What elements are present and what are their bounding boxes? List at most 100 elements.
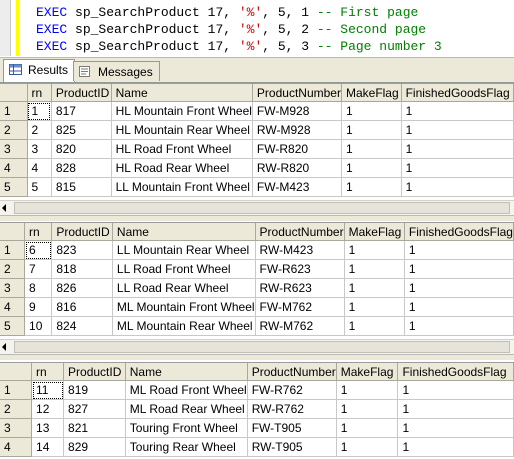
cell-make-flag[interactable]: 1 (344, 297, 405, 317)
cell-product-id[interactable]: 819 (63, 380, 126, 400)
cell-make-flag[interactable]: 1 (341, 120, 402, 140)
cell-rn[interactable]: 9 (24, 297, 53, 317)
cell-product-id[interactable]: 817 (51, 101, 112, 121)
horizontal-scrollbar-2[interactable] (0, 339, 514, 354)
scroll-thumb[interactable] (14, 341, 510, 353)
cell-finished-goods-flag[interactable]: 1 (397, 437, 514, 457)
cell-rn[interactable]: 3 (27, 139, 52, 159)
row-number[interactable]: 3 (0, 418, 33, 438)
cell-product-number[interactable]: FW-M928 (252, 101, 342, 121)
tab-messages[interactable]: Messages (73, 61, 160, 81)
cell-name[interactable]: HL Mountain Front Wheel (111, 101, 253, 121)
cell-product-number[interactable]: RW-M928 (252, 120, 342, 140)
table-row[interactable]: 3 8 826 LL Road Rear Wheel RW-R623 1 1 (0, 278, 514, 298)
cell-product-number[interactable]: FW-M762 (255, 297, 345, 317)
table-row[interactable]: 2 7 818 LL Road Front Wheel FW-R623 1 1 (0, 259, 514, 279)
row-number[interactable]: 1 (0, 101, 28, 121)
cell-finished-goods-flag[interactable]: 1 (401, 139, 514, 159)
cell-product-id[interactable]: 820 (51, 139, 112, 159)
cell-make-flag[interactable]: 1 (341, 177, 402, 197)
column-header[interactable]: Name (111, 84, 253, 102)
column-header[interactable]: ProductNumber (252, 84, 342, 102)
cell-finished-goods-flag[interactable]: 1 (397, 399, 514, 419)
column-header[interactable]: ProductNumber (255, 223, 345, 241)
scroll-left-icon[interactable] (2, 343, 6, 351)
cell-product-id[interactable]: 816 (51, 297, 113, 317)
cell-product-id[interactable]: 825 (51, 120, 112, 140)
table-row[interactable]: 3 3 820 HL Road Front Wheel FW-R820 1 1 (0, 139, 514, 159)
column-header[interactable]: FinishedGoodsFlag (397, 363, 514, 381)
cell-finished-goods-flag[interactable]: 1 (404, 278, 514, 298)
cell-finished-goods-flag[interactable]: 1 (404, 240, 514, 260)
cell-make-flag[interactable]: 1 (344, 316, 405, 336)
cell-rn[interactable]: 11 (31, 380, 65, 400)
cell-make-flag[interactable]: 1 (336, 399, 399, 419)
cell-product-id[interactable]: 829 (63, 437, 126, 457)
results-grid-2[interactable]: rn ProductID Name ProductNumber MakeFlag… (0, 222, 514, 340)
cell-make-flag[interactable]: 1 (341, 101, 402, 121)
cell-finished-goods-flag[interactable]: 1 (397, 380, 514, 400)
cell-finished-goods-flag[interactable]: 1 (397, 418, 514, 438)
cell-make-flag[interactable]: 1 (336, 437, 399, 457)
cell-rn[interactable]: 2 (27, 120, 52, 140)
cell-finished-goods-flag[interactable]: 1 (401, 101, 514, 121)
cell-product-number[interactable]: FW-T905 (247, 418, 337, 438)
row-number[interactable]: 2 (0, 120, 28, 140)
cell-product-id[interactable]: 821 (63, 418, 126, 438)
cell-name[interactable]: ML Mountain Rear Wheel (112, 316, 256, 336)
column-header[interactable]: ProductID (51, 223, 113, 241)
cell-finished-goods-flag[interactable]: 1 (401, 177, 514, 197)
cell-make-flag[interactable]: 1 (344, 259, 405, 279)
table-row[interactable]: 4 14 829 Touring Rear Wheel RW-T905 1 1 (0, 437, 514, 457)
table-row[interactable]: 1 11 819 ML Road Front Wheel FW-R762 1 1 (0, 380, 514, 400)
grid-splitter-1[interactable] (0, 215, 514, 221)
cell-finished-goods-flag[interactable]: 1 (401, 120, 514, 140)
table-row[interactable]: 4 9 816 ML Mountain Front Wheel FW-M762 … (0, 297, 514, 317)
column-header[interactable]: ProductID (63, 363, 126, 381)
cell-product-number[interactable]: FW-R762 (247, 380, 337, 400)
cell-name[interactable]: ML Road Front Wheel (125, 380, 248, 400)
cell-make-flag[interactable]: 1 (344, 240, 405, 260)
column-header[interactable]: MakeFlag (336, 363, 399, 381)
cell-product-number[interactable]: RW-R820 (252, 158, 342, 178)
row-number[interactable]: 2 (0, 399, 33, 419)
cell-rn[interactable]: 6 (24, 240, 53, 260)
cell-product-number[interactable]: RW-M762 (255, 316, 345, 336)
column-header[interactable]: Name (125, 363, 248, 381)
cell-name[interactable]: Touring Front Wheel (125, 418, 248, 438)
cell-product-number[interactable]: RW-R623 (255, 278, 345, 298)
cell-make-flag[interactable]: 1 (341, 158, 402, 178)
cell-product-id[interactable]: 823 (51, 240, 113, 260)
cell-rn[interactable]: 13 (31, 418, 65, 438)
cell-product-number[interactable]: RW-R762 (247, 399, 337, 419)
column-header[interactable]: rn (27, 84, 52, 102)
horizontal-scrollbar-1[interactable] (0, 200, 514, 215)
cell-name[interactable]: LL Road Rear Wheel (112, 278, 256, 298)
cell-product-number[interactable]: FW-M423 (252, 177, 342, 197)
column-header[interactable]: FinishedGoodsFlag (404, 223, 514, 241)
cell-name[interactable]: Touring Rear Wheel (125, 437, 248, 457)
cell-finished-goods-flag[interactable]: 1 (404, 259, 514, 279)
table-row[interactable]: 5 10 824 ML Mountain Rear Wheel RW-M762 … (0, 316, 514, 336)
cell-product-id[interactable]: 818 (51, 259, 113, 279)
cell-name[interactable]: HL Road Rear Wheel (111, 158, 253, 178)
cell-rn[interactable]: 14 (31, 437, 65, 457)
row-number[interactable]: 5 (0, 177, 28, 197)
cell-product-id[interactable]: 827 (63, 399, 126, 419)
cell-rn[interactable]: 7 (24, 259, 53, 279)
table-row[interactable]: 2 12 827 ML Road Rear Wheel RW-R762 1 1 (0, 399, 514, 419)
column-header[interactable]: MakeFlag (344, 223, 405, 241)
cell-name[interactable]: HL Road Front Wheel (111, 139, 253, 159)
row-number[interactable]: 5 (0, 316, 26, 336)
row-number[interactable]: 2 (0, 259, 26, 279)
cell-name[interactable]: ML Mountain Front Wheel (112, 297, 256, 317)
row-number[interactable]: 3 (0, 139, 28, 159)
cell-product-id[interactable]: 815 (51, 177, 112, 197)
row-number[interactable]: 4 (0, 437, 33, 457)
results-grid-3[interactable]: rn ProductID Name ProductNumber MakeFlag… (0, 362, 514, 459)
cell-rn[interactable]: 5 (27, 177, 52, 197)
cell-make-flag[interactable]: 1 (344, 278, 405, 298)
row-number[interactable]: 3 (0, 278, 26, 298)
cell-rn[interactable]: 4 (27, 158, 52, 178)
table-row[interactable]: 4 4 828 HL Road Rear Wheel RW-R820 1 1 (0, 158, 514, 178)
